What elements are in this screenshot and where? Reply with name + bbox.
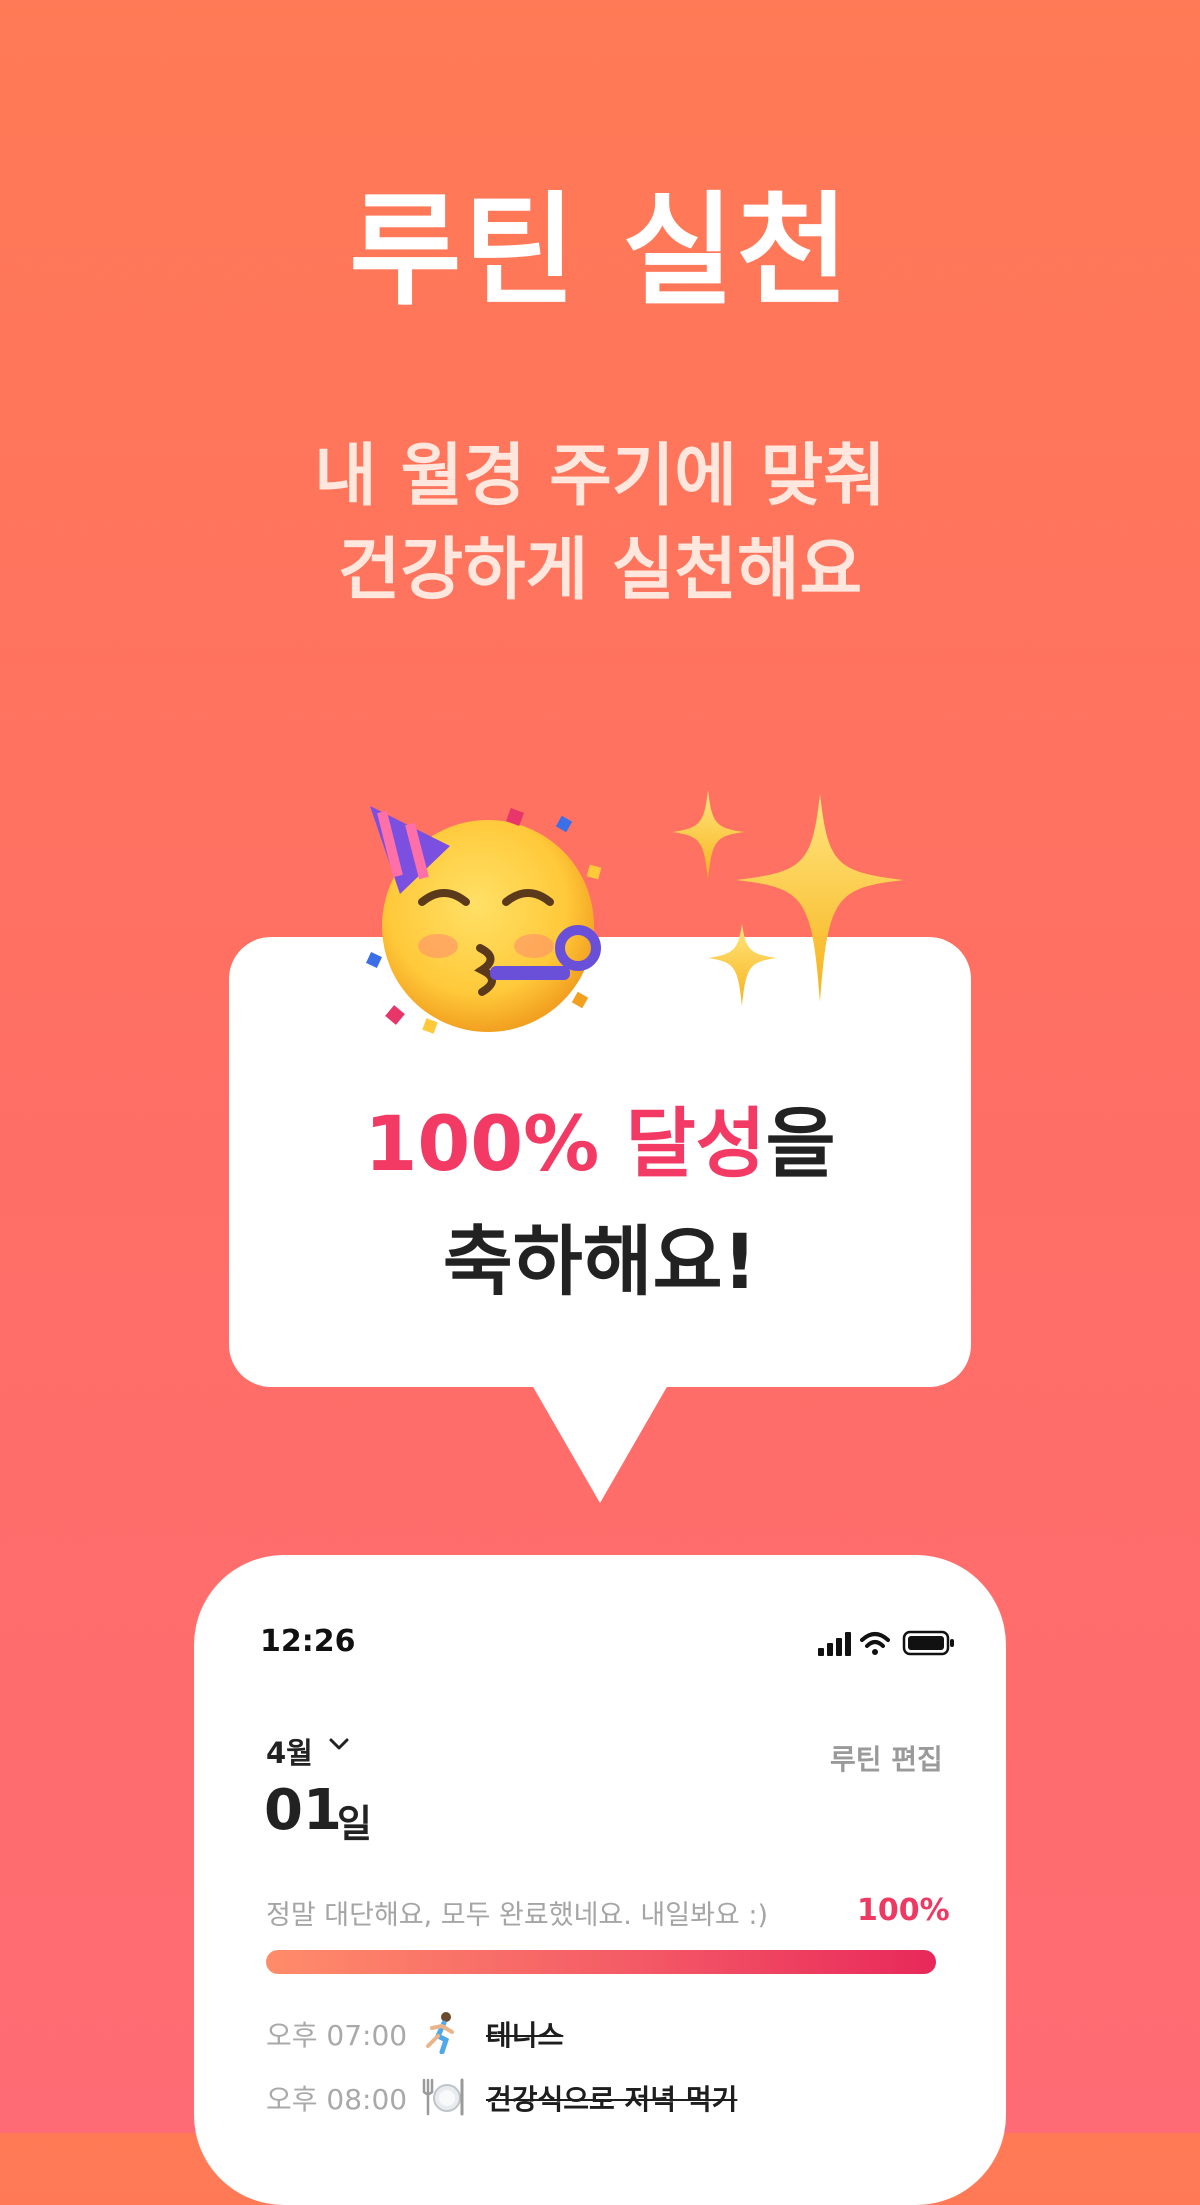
progress-message: 정말 대단해요, 모두 완료했네요. 내일봐요 :) [266,1900,768,1931]
progress-percent: 100% [857,1893,950,1928]
partying-face-icon [366,806,602,1034]
celebration-message: 100% 달성을 축하해요! [229,1085,971,1321]
status-time: 12:26 [260,1624,356,1659]
routine-name: 테니스 [486,2019,564,2052]
routine-time: 오후 07:00 [266,2019,408,2052]
chevron-down-icon[interactable] [326,1734,352,1756]
routine-item[interactable]: 오후 08:00 건강식으로 저녁 먹기 [266,2076,966,2116]
celebration-line-1: 100% 달성을 [229,1085,971,1203]
battery-icon [902,1630,954,1656]
day-unit: 일 [337,1802,372,1846]
status-icons [818,1630,954,1656]
subtitle-line-1: 내 월경 주기에 맞춰 [314,437,886,516]
routine-name: 건강식으로 저녁 먹기 [486,2083,738,2116]
edit-routine-button[interactable]: 루틴 편집 [830,1738,943,1778]
bubble-tail [532,1385,668,1503]
celebration-line-2: 축하해요! [442,1217,758,1306]
month-selector[interactable]: 4월 [266,1730,313,1772]
routine-time: 오후 08:00 [266,2083,408,2116]
wifi-icon [860,1632,890,1655]
page-title: 루틴 실천 [349,180,851,322]
progress-bar [266,1950,936,1974]
page-subtitle: 내 월경 주기에 맞춰 건강하게 실천해요 [0,430,1200,618]
signal-icon [818,1632,851,1656]
runner-icon [426,2012,454,2054]
sparkles-icon [672,790,904,1006]
day-number: 01 [264,1778,342,1843]
plate-icon [422,2078,464,2116]
achievement-highlight: 100% 달성 [364,1099,766,1188]
achievement-suffix: 을 [765,1099,836,1188]
routine-item[interactable]: 오후 07:00 테니스 [266,2012,966,2054]
subtitle-line-2: 건강하게 실천해요 [337,531,863,610]
